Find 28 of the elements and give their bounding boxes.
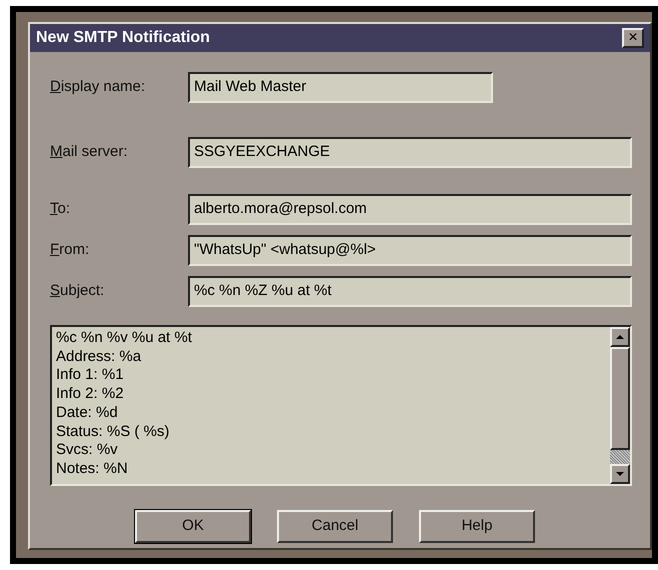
message-line: Date: %d (56, 404, 119, 423)
dialog-button[interactable]: OK (135, 510, 251, 543)
message-line: Address: %a (56, 348, 142, 366)
message-line: Info 2: %2 (56, 385, 125, 404)
field-label: Subject: (50, 281, 106, 302)
text-field[interactable]: "WhatsUp" <whatsup@%l> (188, 235, 632, 266)
field-label: To: (50, 199, 72, 220)
message-line: Status: %S ( %s) (56, 422, 170, 442)
message-line: Info 1: %1 (56, 366, 125, 386)
close-button[interactable]: × (622, 28, 644, 48)
field-label: Display name: (50, 77, 146, 98)
dialog-button[interactable]: Help (419, 510, 535, 543)
scroll-thumb[interactable] (610, 347, 630, 450)
text-field[interactable]: alberto.mora@repsol.com (188, 194, 632, 225)
scroll-down-icon[interactable] (610, 464, 630, 484)
message-line: Notes: %N (56, 460, 129, 479)
message-line: Svcs: %v (56, 441, 119, 460)
field-label: From: (50, 240, 90, 260)
window-title: New SMTP Notification (36, 28, 210, 48)
text-field[interactable]: %c %n %Z %u at %t (188, 276, 632, 307)
message-field[interactable]: %c %n %v %u at %t Address: %a Info 1: %1 Info 2: %2 Date: %d Status: %S ( %s) Svcs: %v Notes: %N (50, 325, 632, 486)
scroll-track (610, 450, 630, 464)
dialog-button[interactable]: Cancel (277, 510, 393, 543)
text-field[interactable]: SSGYEEXCHANGE (188, 137, 632, 168)
field-label: Mail server: (50, 142, 129, 162)
message-line: %c %n %v %u at %t (56, 329, 193, 348)
text-field[interactable]: Mail Web Master (188, 72, 493, 103)
scroll-up-icon[interactable] (610, 327, 630, 347)
